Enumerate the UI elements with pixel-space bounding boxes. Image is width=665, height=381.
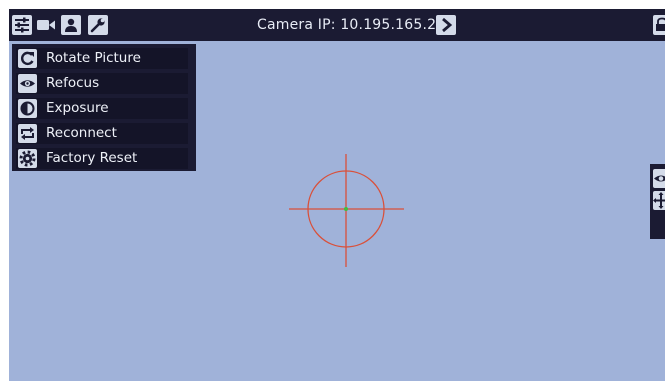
menu-item-exposure[interactable]: Exposure	[16, 98, 188, 119]
chevron-right-icon[interactable]	[436, 15, 456, 35]
move-arrows-icon[interactable]	[653, 191, 665, 210]
menu-item-reconnect[interactable]: Reconnect	[16, 123, 188, 144]
user-icon[interactable]	[61, 15, 81, 35]
camera-menu: Rotate Picture Refocus Exposure Reconnec…	[12, 44, 196, 171]
menu-item-refocus[interactable]: Refocus	[16, 73, 188, 94]
menu-item-label: Reconnect	[46, 125, 117, 141]
lock-icon[interactable]	[653, 15, 665, 35]
menu-item-rotate-picture[interactable]: Rotate Picture	[16, 48, 188, 69]
exposure-icon	[18, 99, 37, 118]
top-toolbar: Camera IP: 10.195.165.22	[9, 9, 665, 41]
camera-app: Camera IP: 10.195.165.22 Rotate Picture	[9, 9, 665, 381]
wrench-icon[interactable]	[88, 15, 108, 35]
camera-ip-title: Camera IP: 10.195.165.22	[257, 17, 446, 33]
eye-icon	[18, 74, 37, 93]
reconnect-icon	[18, 124, 37, 143]
side-control-panel	[650, 164, 665, 239]
menu-item-factory-reset[interactable]: Factory Reset	[16, 148, 188, 169]
video-camera-icon[interactable]	[36, 15, 56, 35]
crosshair-target	[289, 154, 404, 267]
eye-icon[interactable]	[653, 169, 665, 188]
rotate-icon	[18, 49, 37, 68]
menu-item-label: Factory Reset	[46, 150, 138, 166]
menu-item-label: Rotate Picture	[46, 50, 141, 66]
settings-sliders-icon[interactable]	[12, 15, 32, 35]
menu-item-label: Refocus	[46, 75, 100, 91]
menu-item-label: Exposure	[46, 100, 109, 116]
gear-icon	[18, 149, 37, 168]
